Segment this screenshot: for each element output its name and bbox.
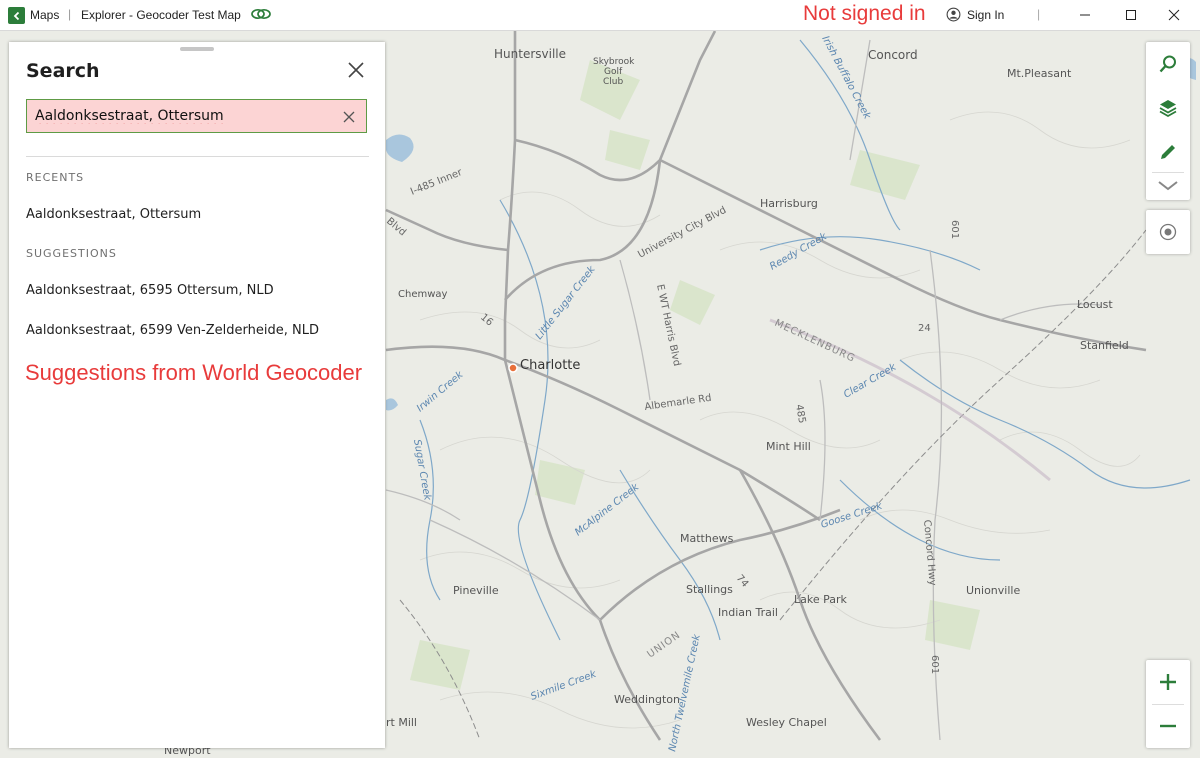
map-toolbar [1146, 42, 1190, 200]
recent-item[interactable]: Aaldonksestraat, Ottersum [26, 207, 201, 222]
zoom-controls [1146, 660, 1190, 748]
minus-icon [1160, 724, 1176, 728]
suggestions-annotation: Suggestions from World Geocoder [25, 360, 363, 385]
map-label-wesley-chapel: Wesley Chapel [746, 716, 827, 729]
map-label-locust: Locust [1077, 298, 1113, 311]
minimize-icon [1080, 14, 1090, 16]
map-label-harrisburg: Harrisburg [760, 197, 818, 210]
layers-icon [1159, 100, 1177, 118]
app-name: Maps [30, 8, 60, 22]
sketch-button[interactable] [1146, 132, 1190, 172]
map-label-pineville: Pineville [453, 584, 499, 597]
zoom-out-button[interactable] [1146, 704, 1190, 748]
title-bar: Maps | Explorer - Geocoder Test Map Not … [0, 0, 1200, 31]
close-icon [1168, 9, 1180, 21]
back-button[interactable] [8, 7, 25, 24]
map-label-route-24: 24 [918, 323, 931, 334]
map-label-mt-pleasant: Mt.Pleasant [1007, 67, 1072, 80]
suggestions-header: SUGGESTIONS [26, 247, 117, 260]
not-signed-in-annotation: Not signed in [803, 2, 926, 25]
map-label-weddington: Weddington [614, 693, 680, 706]
maximize-button[interactable] [1120, 4, 1142, 26]
title-separator: | [68, 7, 72, 21]
map-label-golf: Golf [604, 67, 623, 77]
locate-button[interactable] [1146, 210, 1190, 254]
close-icon [348, 62, 364, 78]
minimize-button[interactable] [1074, 4, 1096, 26]
search-input[interactable] [35, 105, 335, 127]
location-target-icon [1159, 223, 1177, 241]
close-window-button[interactable] [1163, 4, 1185, 26]
map-label-mint-hill: Mint Hill [766, 440, 811, 453]
toolbar-divider [1152, 172, 1184, 173]
map-label-skybrook: Skybrook [593, 57, 635, 67]
link-icon[interactable] [250, 6, 272, 25]
map-label-matthews: Matthews [680, 532, 734, 545]
panel-divider [26, 156, 369, 157]
map-label-huntersville: Huntersville [494, 47, 566, 61]
sign-in-button[interactable]: Sign In [967, 8, 1004, 22]
map-label-stallings: Stallings [686, 583, 733, 596]
chevron-down-icon [1158, 181, 1178, 191]
clear-search-button[interactable] [342, 109, 356, 123]
pencil-icon [1161, 145, 1175, 159]
toolbar-divider: | [1037, 7, 1041, 21]
map-label-club: Club [603, 77, 623, 87]
window-title: Explorer - Geocoder Test Map [81, 8, 241, 22]
suggestion-item[interactable]: Aaldonksestraat, 6595 Ottersum, NLD [26, 283, 274, 298]
map-label-route-601b: 601 [929, 655, 940, 674]
zoom-in-button[interactable] [1146, 660, 1190, 704]
map-label-lake-park: Lake Park [794, 593, 848, 606]
user-circle-icon[interactable] [946, 7, 961, 25]
chevron-left-icon [13, 11, 19, 20]
search-icon [1159, 55, 1176, 73]
search-tool-button[interactable] [1146, 44, 1190, 84]
clear-icon [343, 111, 355, 123]
map-label-stanfield: Stanfield [1080, 339, 1129, 352]
map-label-concord: Concord [868, 48, 918, 62]
search-field [26, 99, 367, 133]
maximize-icon [1126, 10, 1136, 20]
map-label-unionville: Unionville [966, 584, 1020, 597]
panel-title: Search [26, 60, 100, 82]
map-label-indian-trail: Indian Trail [718, 606, 778, 619]
search-panel: Search RECENTS Aaldonksestraat, Ottersum… [9, 42, 385, 748]
layers-button[interactable] [1146, 88, 1190, 128]
panel-drag-handle[interactable] [180, 47, 214, 51]
recents-header: RECENTS [26, 171, 85, 184]
close-panel-button[interactable] [345, 59, 367, 81]
map-label-charlotte: Charlotte [520, 358, 580, 373]
map-label-chemway: Chemway [398, 289, 448, 300]
map-label-route-601: 601 [949, 220, 960, 239]
suggestion-item[interactable]: Aaldonksestraat, 6599 Ven-Zelderheide, N… [26, 323, 319, 338]
plus-icon [1160, 674, 1176, 690]
map-label-fort-mill: rt Mill [386, 716, 417, 729]
expand-toolbar-button[interactable] [1146, 174, 1190, 198]
